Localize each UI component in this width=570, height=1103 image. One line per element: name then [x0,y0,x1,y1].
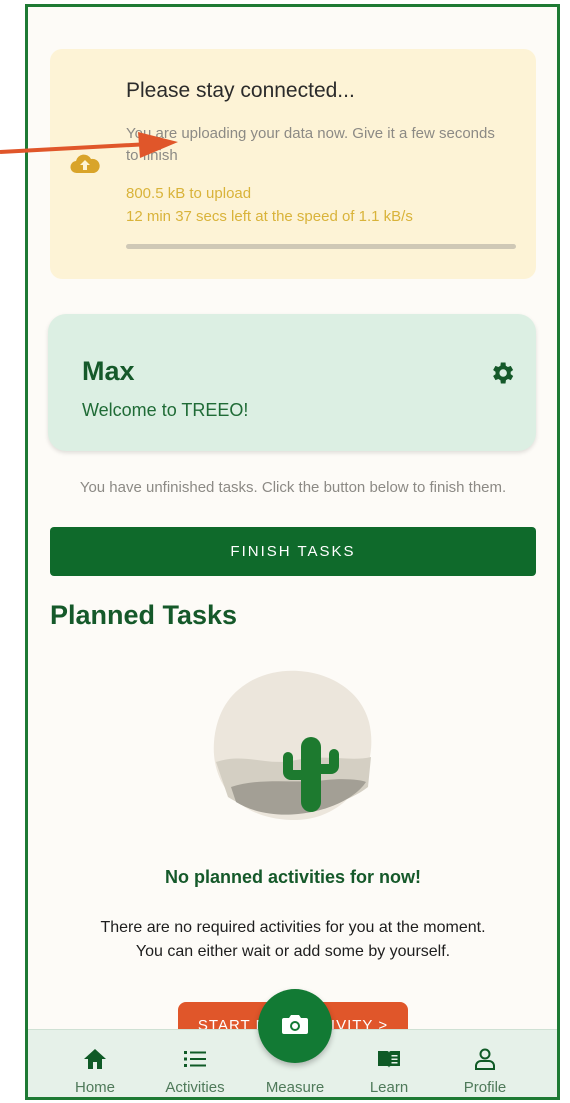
profile-name: Max [82,356,135,386]
upload-title: Please stay connected... [126,79,355,102]
nav-profile[interactable]: Profile [440,1030,530,1097]
unfinished-tasks-text: You have unfinished tasks. Click the but… [79,479,507,496]
cactus-illustration [213,670,372,821]
nav-label-activities: Activities [165,1079,225,1096]
nav-label-profile: Profile [463,1079,507,1096]
annotation-arrow [0,132,178,158]
home-icon [84,1049,106,1069]
nav-label-learn: Learn [369,1079,409,1096]
nav-activities[interactable]: Activities [150,1030,240,1097]
finish-tasks-button[interactable]: FINISH TASKS [50,527,536,576]
welcome-text: Welcome to TREEO! [82,400,249,420]
camera-icon [282,1015,308,1034]
upload-size-text: 800.5 kB to upload [126,185,252,202]
measure-camera-button[interactable] [258,989,332,1063]
nav-label-measure: Measure [265,1079,325,1096]
profile-card: Max Welcome to TREEO! [48,314,536,451]
nav-home[interactable]: Home [50,1030,140,1097]
list-icon [184,1051,206,1067]
nav-label-home: Home [74,1079,115,1096]
empty-state-description: There are no required activities for you… [100,919,486,960]
upload-time-text: 12 min 37 secs left at the speed of 1.1 … [126,208,413,225]
upload-progress-bar [126,244,516,249]
gear-icon[interactable] [488,359,516,387]
nav-learn[interactable]: Learn [344,1030,434,1097]
planned-tasks-title: Planned Tasks [50,600,238,630]
user-icon [475,1048,495,1070]
book-icon [378,1051,400,1068]
empty-state-title: No planned activities for now! [164,867,422,887]
